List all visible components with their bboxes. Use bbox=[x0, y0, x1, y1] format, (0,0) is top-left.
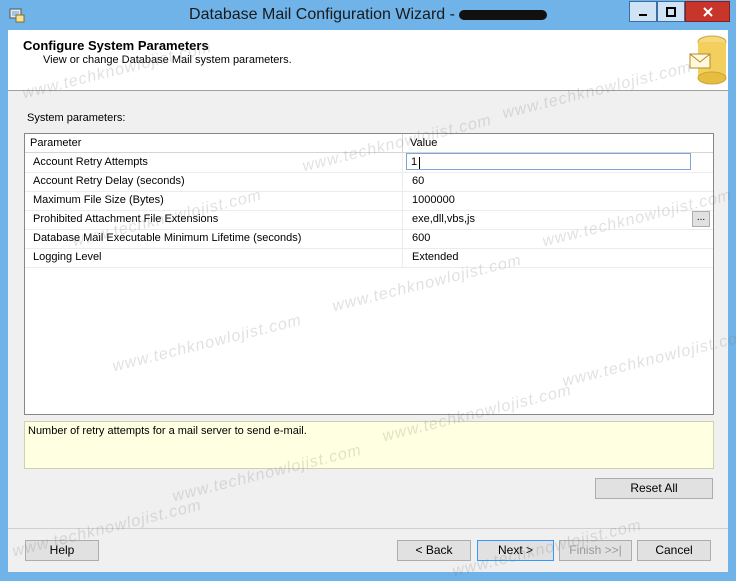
param-name: Logging Level bbox=[33, 251, 102, 263]
cell-divider bbox=[402, 191, 403, 210]
button-separator bbox=[8, 528, 728, 529]
column-header-parameter: Parameter bbox=[30, 137, 82, 149]
param-name: Account Retry Delay (seconds) bbox=[33, 175, 185, 187]
column-divider[interactable] bbox=[402, 134, 403, 152]
param-name: Database Mail Executable Minimum Lifetim… bbox=[33, 232, 302, 244]
column-header-value: Value bbox=[410, 137, 438, 149]
page-subtitle: View or change Database Mail system para… bbox=[43, 54, 292, 66]
redacted-server-name bbox=[458, 9, 547, 20]
maximize-button[interactable] bbox=[657, 1, 685, 22]
param-value[interactable]: 1000000 bbox=[412, 194, 455, 206]
param-name: Maximum File Size (Bytes) bbox=[33, 194, 164, 206]
cell-divider bbox=[402, 248, 403, 267]
minimize-icon bbox=[639, 13, 647, 16]
cell-divider bbox=[402, 210, 403, 229]
window-title-text: Database Mail Configuration Wizard - bbox=[189, 6, 455, 23]
close-icon bbox=[702, 6, 713, 17]
table-row[interactable]: Prohibited Attachment File Extensions ex… bbox=[25, 210, 713, 230]
param-value[interactable]: exe,dll,vbs,js bbox=[412, 213, 475, 225]
page-title: Configure System Parameters bbox=[23, 38, 209, 53]
text-caret bbox=[419, 157, 420, 169]
window-title: Database Mail Configuration Wizard - bbox=[0, 6, 736, 24]
param-value[interactable]: 60 bbox=[412, 175, 424, 187]
maximize-icon bbox=[666, 6, 676, 17]
account-retry-attempts-input[interactable]: 1 bbox=[406, 153, 691, 170]
system-parameters-grid[interactable]: Parameter Value Account Retry Attempts 1… bbox=[24, 133, 714, 415]
reset-all-button[interactable]: Reset All bbox=[595, 478, 713, 499]
param-value: 1 bbox=[411, 156, 418, 168]
cancel-label: Cancel bbox=[655, 543, 693, 557]
next-label: Next > bbox=[497, 543, 533, 557]
help-button[interactable]: Help bbox=[25, 540, 99, 561]
table-row[interactable]: Database Mail Executable Minimum Lifetim… bbox=[25, 229, 713, 249]
title-bar[interactable]: Database Mail Configuration Wizard - bbox=[0, 0, 736, 30]
cell-divider bbox=[402, 172, 403, 191]
wizard-header: Configure System Parameters View or chan… bbox=[8, 30, 728, 91]
cancel-button[interactable]: Cancel bbox=[637, 540, 711, 561]
parameter-description: Number of retry attempts for a mail serv… bbox=[24, 421, 714, 469]
back-label: < Back bbox=[415, 543, 453, 557]
system-parameters-label: System parameters: bbox=[27, 112, 126, 124]
edit-extensions-button[interactable]: ... bbox=[692, 211, 710, 227]
database-mail-icon bbox=[689, 35, 727, 85]
finish-button: Finish >>| bbox=[559, 540, 632, 561]
cell-divider bbox=[402, 229, 403, 248]
back-button[interactable]: < Back bbox=[397, 540, 471, 561]
table-row[interactable]: Account Retry Attempts 1 bbox=[25, 153, 713, 173]
wizard-client-area: Configure System Parameters View or chan… bbox=[8, 30, 728, 572]
reset-all-label: Reset All bbox=[630, 481, 678, 495]
grid-header: Parameter Value bbox=[25, 134, 713, 153]
finish-label: Finish >>| bbox=[569, 543, 622, 557]
param-value[interactable]: Extended bbox=[412, 251, 458, 263]
description-text: Number of retry attempts for a mail serv… bbox=[28, 425, 307, 437]
param-value[interactable]: 600 bbox=[412, 232, 430, 244]
wizard-window: Database Mail Configuration Wizard - Con… bbox=[0, 0, 736, 580]
param-name: Account Retry Attempts bbox=[33, 156, 148, 168]
param-name: Prohibited Attachment File Extensions bbox=[33, 213, 219, 225]
close-button[interactable] bbox=[685, 1, 730, 22]
cell-divider bbox=[402, 153, 403, 172]
table-row[interactable]: Logging Level Extended bbox=[25, 248, 713, 268]
table-row[interactable]: Maximum File Size (Bytes) 1000000 bbox=[25, 191, 713, 211]
help-label: Help bbox=[49, 543, 75, 557]
table-row[interactable]: Account Retry Delay (seconds) 60 bbox=[25, 172, 713, 192]
next-button[interactable]: Next > bbox=[477, 540, 554, 561]
minimize-button[interactable] bbox=[629, 1, 657, 22]
